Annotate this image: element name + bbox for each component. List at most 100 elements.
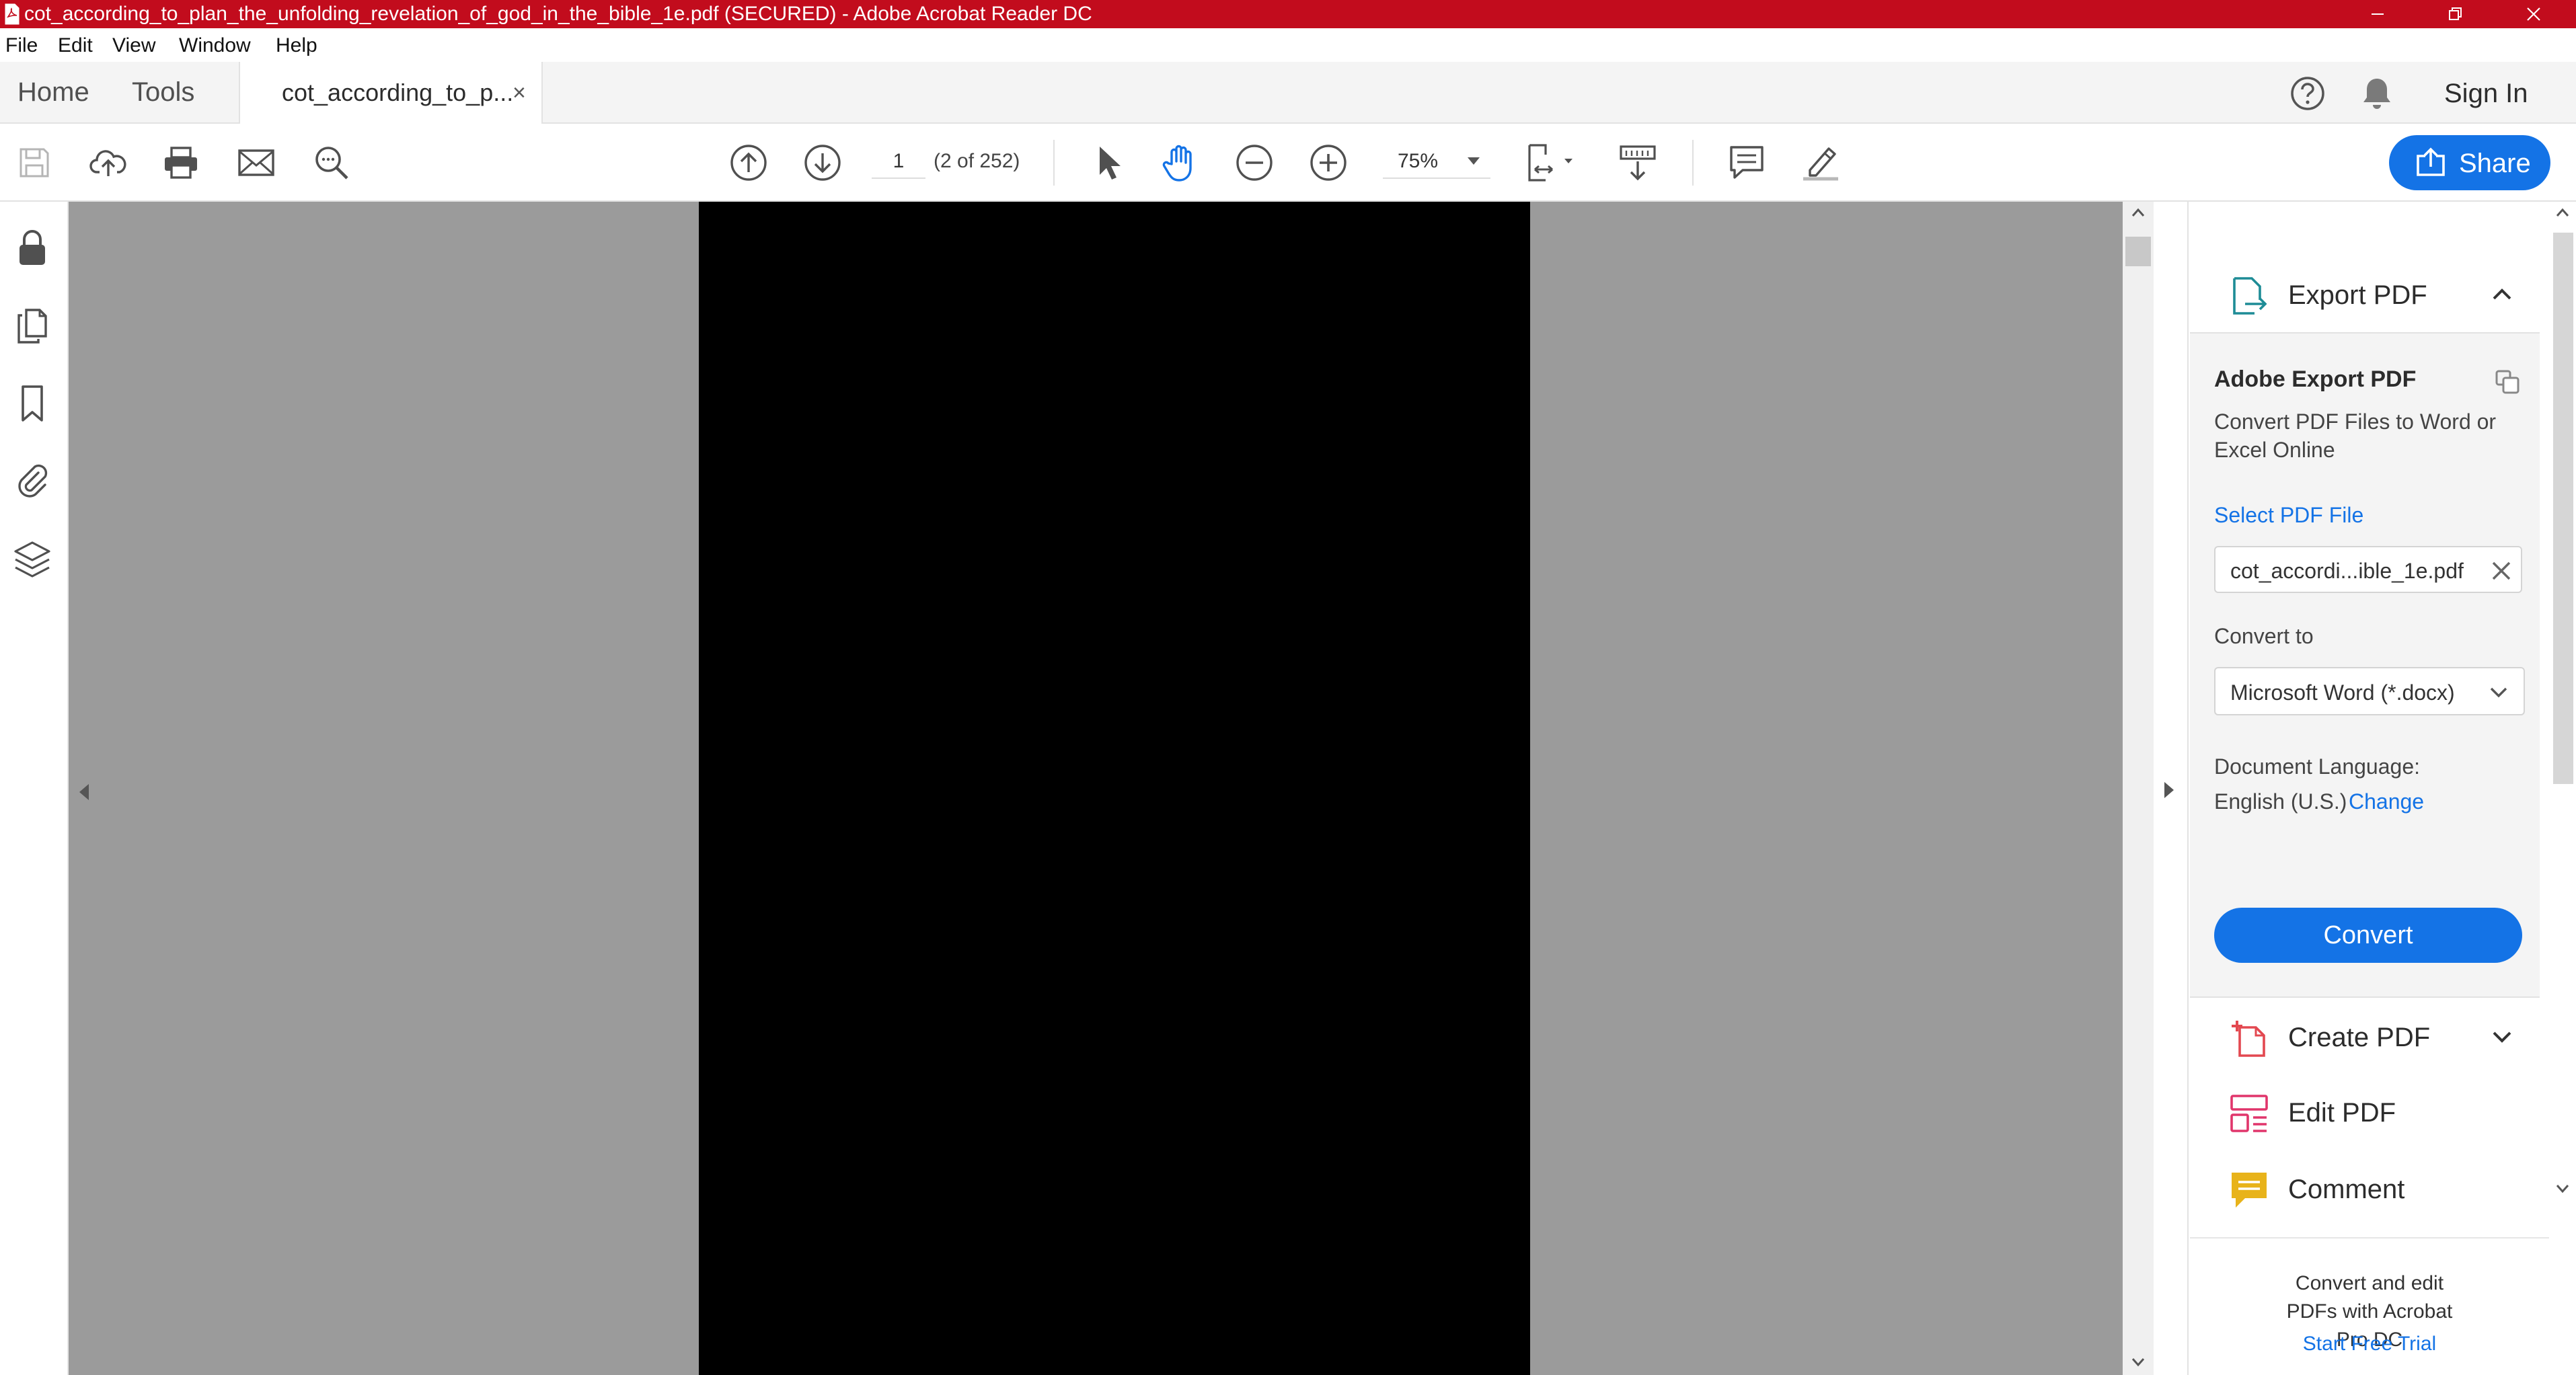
page-number-input[interactable]: 1 xyxy=(872,144,925,179)
tools-pane: Export PDF Adobe Export PDF Convert PDF … xyxy=(2190,202,2549,1375)
create-pdf-tool[interactable]: Create PDF xyxy=(2190,1000,2533,1074)
tab-bar: Home Tools cot_according_to_p... × Sign … xyxy=(0,62,2576,125)
zoom-level: 75% xyxy=(1398,150,1439,172)
zoom-dropdown[interactable]: 75% xyxy=(1383,144,1490,179)
start-free-trial-link[interactable]: Start Free Trial xyxy=(2190,1331,2549,1357)
change-language-link[interactable]: Change xyxy=(2349,788,2424,815)
toolbar-divider xyxy=(1053,140,1055,186)
menu-help[interactable]: Help xyxy=(276,34,317,58)
select-cursor-icon xyxy=(1093,144,1123,182)
export-pdf-header[interactable]: Export PDF xyxy=(2190,258,2533,332)
scroll-down-icon[interactable] xyxy=(2131,1357,2146,1368)
toolbar: 1 (2 of 252) 75% Share xyxy=(0,124,2576,202)
chevron-up-icon[interactable] xyxy=(2489,281,2515,308)
export-panel-description: Convert PDF Files to Word or Excel Onlin… xyxy=(2214,409,2497,462)
document-viewer[interactable] xyxy=(69,202,2123,1375)
pdf-file-icon xyxy=(4,3,20,25)
zoom-in-button[interactable] xyxy=(1306,141,1351,185)
tab-home[interactable]: Home xyxy=(17,77,89,108)
document-language-label: Document Language: xyxy=(2214,754,2420,779)
attachment-icon xyxy=(15,462,49,501)
security-button[interactable] xyxy=(11,226,54,269)
chevron-down-icon xyxy=(2487,683,2510,702)
comment-tool[interactable]: Comment xyxy=(2190,1152,2533,1226)
select-pdf-file-link[interactable]: Select PDF File xyxy=(2214,502,2363,528)
upload-cloud-icon xyxy=(89,145,128,180)
share-button[interactable]: Share xyxy=(2389,135,2550,190)
previous-page-button[interactable] xyxy=(726,141,771,185)
pages-icon xyxy=(15,306,49,345)
comment-tool-label: Comment xyxy=(2288,1175,2405,1204)
upload-button[interactable] xyxy=(86,141,130,185)
scrollbar-thumb[interactable] xyxy=(2125,237,2151,266)
tab-document[interactable]: cot_according_to_p... × xyxy=(239,62,543,125)
select-tool-button[interactable] xyxy=(1086,141,1130,185)
print-button[interactable] xyxy=(159,141,203,185)
chevron-down-icon[interactable] xyxy=(2489,1023,2515,1050)
restore-button[interactable] xyxy=(2419,0,2493,28)
scrolling-mode-button[interactable] xyxy=(1616,141,1660,185)
selected-file-name: cot_accordi...ible_1e.pdf xyxy=(2230,559,2464,583)
share-label: Share xyxy=(2459,149,2531,178)
upgrade-promo: Convert and edit PDFs with Acrobat Pro D… xyxy=(2190,1237,2549,1375)
scrolling-mode-icon xyxy=(1618,143,1657,183)
email-icon xyxy=(237,148,275,178)
bookmark-icon xyxy=(19,384,46,423)
page-up-icon xyxy=(729,143,768,182)
tools-pane-scrollbar[interactable] xyxy=(2549,202,2576,1375)
zoom-out-icon xyxy=(1235,143,1274,182)
title-bar: cot_according_to_plan_the_unfolding_reve… xyxy=(0,0,2576,28)
caret-down-icon xyxy=(1468,157,1480,165)
collapse-left-pane-icon[interactable] xyxy=(79,784,89,800)
print-icon xyxy=(162,145,200,180)
document-scrollbar[interactable] xyxy=(2123,202,2154,1375)
minimize-button[interactable] xyxy=(2341,0,2415,28)
close-window-button[interactable] xyxy=(2497,0,2571,28)
pdf-page[interactable] xyxy=(699,202,1530,1375)
notification-bell-icon[interactable] xyxy=(2361,75,2393,112)
edit-pdf-tool[interactable]: Edit PDF xyxy=(2190,1076,2533,1150)
search-zoom-icon xyxy=(313,144,350,182)
layers-button[interactable] xyxy=(11,538,54,581)
remove-file-icon[interactable] xyxy=(2490,559,2513,582)
convert-format-value: Microsoft Word (*.docx) xyxy=(2230,680,2455,705)
fit-page-button[interactable] xyxy=(1525,141,1579,185)
bookmarks-button[interactable] xyxy=(11,382,54,425)
toolbar-divider xyxy=(1692,140,1694,186)
layers-icon xyxy=(13,540,52,579)
email-button[interactable] xyxy=(234,141,278,185)
next-page-button[interactable] xyxy=(800,141,845,185)
help-icon[interactable] xyxy=(2289,75,2326,112)
hand-tool-button[interactable] xyxy=(1158,141,1203,185)
find-button[interactable] xyxy=(309,141,354,185)
highlight-button[interactable] xyxy=(1798,141,1843,185)
copy-services-icon xyxy=(2494,368,2521,395)
close-tab-icon[interactable]: × xyxy=(513,78,526,108)
left-navigation-pane xyxy=(0,202,69,1375)
sign-in-link[interactable]: Sign In xyxy=(2444,78,2528,109)
comment-button[interactable] xyxy=(1725,141,1769,185)
attachments-button[interactable] xyxy=(11,460,54,503)
scrollbar-thumb[interactable] xyxy=(2553,233,2573,784)
convert-button[interactable]: Convert xyxy=(2214,908,2522,963)
page-count: (2 of 252) xyxy=(934,150,1020,172)
scroll-up-icon[interactable] xyxy=(2131,207,2146,218)
menu-view[interactable]: View xyxy=(112,34,155,58)
create-pdf-icon xyxy=(2229,1018,2269,1058)
scroll-down-icon[interactable] xyxy=(2555,1183,2570,1194)
export-pdf-icon xyxy=(2229,276,2269,316)
window-title: cot_according_to_plan_the_unfolding_reve… xyxy=(24,3,1092,25)
page-thumbnails-button[interactable] xyxy=(11,304,54,347)
selected-file-field[interactable]: cot_accordi...ible_1e.pdf xyxy=(2214,546,2522,593)
collapse-right-pane-icon[interactable] xyxy=(2164,782,2174,798)
fit-page-icon xyxy=(1525,143,1579,183)
tab-tools[interactable]: Tools xyxy=(132,77,194,108)
menu-file[interactable]: File xyxy=(5,34,38,58)
menu-window[interactable]: Window xyxy=(179,34,251,58)
save-icon xyxy=(17,145,52,180)
scroll-up-icon[interactable] xyxy=(2555,207,2570,218)
convert-format-select[interactable]: Microsoft Word (*.docx) xyxy=(2214,667,2525,715)
save-button[interactable] xyxy=(12,141,56,185)
menu-edit[interactable]: Edit xyxy=(58,34,93,58)
zoom-out-button[interactable] xyxy=(1232,141,1277,185)
